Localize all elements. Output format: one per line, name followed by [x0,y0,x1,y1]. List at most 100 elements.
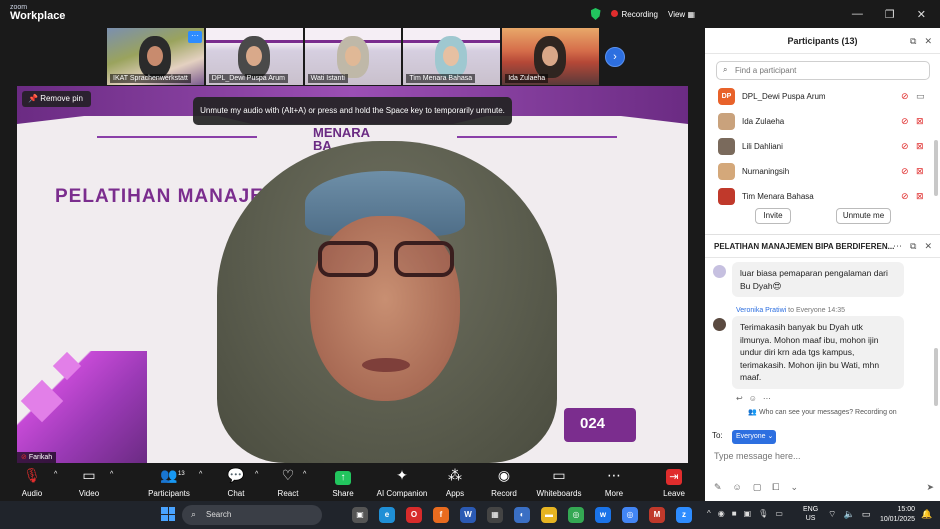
audio-options-caret-icon[interactable]: ^ [54,471,57,478]
participants-button[interactable]: 👥 Participants [139,466,199,498]
participant-row[interactable]: Nurnaningsih ⊘ ⊠ [705,160,940,185]
thumbnail-tile[interactable]: Wati Istanti [304,28,402,85]
participant-row[interactable]: Lili Dahliani ⊘ ⊠ [705,135,940,160]
chevron-down-icon[interactable]: ⌄ [790,482,798,493]
participant-search-input[interactable]: ⌕ Find a participant [716,61,930,80]
pin-icon: 📌 [28,94,38,103]
notification-bell-icon[interactable]: 🔔 [921,509,932,520]
taskbar-clock[interactable]: 15:00 10/01/2025 [877,505,915,525]
react-button[interactable]: ♡ React [258,466,318,498]
remove-pin-button[interactable]: 📌 Remove pin [22,91,91,107]
view-button[interactable]: View ▦ [668,10,695,19]
taskbar-search[interactable]: ⌕ Search [182,505,322,525]
thumbnail-tile[interactable]: Ida Zulaeha [502,28,599,85]
more-options-icon[interactable]: ··· [188,31,202,43]
muted-mic-icon[interactable]: ⊘ [901,116,909,127]
popout-icon[interactable]: ⧉ [910,36,916,47]
app-icon[interactable]: ◐ [514,507,530,523]
tray-app-icon[interactable]: ◉ [718,509,725,518]
camera-off-icon[interactable]: ⊠ [916,141,924,152]
thumbnail-tile[interactable]: DPL_Dewi Puspa Arum [205,28,303,85]
camera-on-icon[interactable]: ▭ [916,91,925,102]
emoji-react-icon[interactable]: ☺ [749,394,757,403]
firefox-icon[interactable]: f [433,507,449,523]
invite-button[interactable]: Invite [755,208,791,224]
participant-row[interactable]: Tim Menara Bahasa ⊘ ⊠ [705,185,940,210]
heart-icon: ♡ [281,467,295,483]
close-panel-icon[interactable]: ✕ [924,36,932,47]
emoji-icon[interactable]: ☺ [733,482,742,493]
popout-icon[interactable]: ⧉ [910,241,916,252]
zoom-logo: zoom Workplace [10,4,65,22]
muted-microphone-icon: 🎙 [23,467,41,483]
leave-label: Leave [663,489,685,498]
share-button[interactable]: ↑ Share [313,466,373,498]
chat-message-input[interactable] [714,448,929,464]
windows-start-icon[interactable] [161,507,175,521]
camera-off-icon[interactable]: ⊠ [916,166,924,177]
participant-row[interactable]: DP DPL_Dewi Puspa Arum ⊘ ▭ [705,85,940,110]
task-view-icon[interactable]: ▣ [352,507,368,523]
video-thumbnail-strip: IKAT Sprachenwerkstatt DPL_Dewi Puspa Ar… [107,28,599,85]
participant-name: Nurnaningsih [742,167,790,176]
thumbnail-tile[interactable]: Tim Menara Bahasa [403,28,501,85]
store-icon[interactable]: ▦ [487,507,503,523]
recording-indicator[interactable]: Recording [610,9,658,19]
audio-button[interactable]: 🎙 Audio [2,466,62,498]
edge-icon[interactable]: e [379,507,395,523]
close-chat-icon[interactable]: ✕ [924,241,932,252]
tray-mic-icon[interactable]: 🎙 [758,509,768,518]
file-explorer-icon[interactable]: ▬ [541,507,557,523]
chat-message-meta: Veronika Pratiwi to Everyone 14:35 [736,307,845,314]
muted-mic-icon[interactable]: ⊘ [901,141,909,152]
minimize-icon[interactable]: — [852,8,863,20]
message-visibility-note[interactable]: 👥 Who can see your messages? Recording o… [705,408,940,416]
quick-settings[interactable]: ⌔ 🔈 ▭ [828,509,870,520]
more-options-icon[interactable]: ⋯ [893,241,902,252]
antivirus-icon[interactable]: M [649,507,665,523]
opera-icon[interactable]: O [406,507,422,523]
chevron-up-icon[interactable]: ^ [707,509,711,518]
screenshot-icon[interactable]: ⧠ [772,482,779,493]
word-icon[interactable]: W [460,507,476,523]
whiteboards-button[interactable]: ▭ Whiteboards [529,466,589,498]
camera-off-icon[interactable]: ⊠ [916,191,924,202]
restore-icon[interactable]: ❐ [885,8,895,21]
tray-app-icon[interactable]: ▣ [744,509,752,518]
participants-header-icons: ⧉ ✕ [910,36,932,47]
app-icon[interactable]: w [595,507,611,523]
recipient-select[interactable]: Everyone ⌄ [732,430,776,444]
muted-mic-icon[interactable]: ⊘ [901,91,909,102]
more-options-icon[interactable]: ⋯ [763,394,771,403]
chrome-icon[interactable]: ◎ [622,507,638,523]
muted-mic-icon[interactable]: ⊘ [901,191,909,202]
ai-companion-button[interactable]: ✦ AI Companion [372,466,432,498]
pinned-video[interactable]: MENARA BA PELATIHAN MANAJEM ERDIFERENSIA… [17,86,688,463]
security-shield-icon[interactable] [590,8,601,20]
reply-icon[interactable]: ↩ [736,394,743,403]
participants-scrollbar[interactable] [934,140,938,196]
tray-app-icon[interactable]: ■ [732,509,737,518]
muted-mic-icon[interactable]: ⊘ [901,166,909,177]
participants-options-caret-icon[interactable]: ^ [199,471,202,478]
leave-button[interactable]: ⇥ Leave [644,466,704,498]
chat-scrollbar[interactable] [934,348,938,406]
tray-app-icon[interactable]: ▭ [775,509,783,518]
react-options-caret-icon[interactable]: ^ [303,471,306,478]
zoom-app-icon[interactable]: z [676,507,692,523]
close-icon[interactable]: ✕ [917,8,926,21]
message-sender[interactable]: Veronika Pratiwi [736,307,786,314]
chrome-icon[interactable]: ◎ [568,507,584,523]
format-icon[interactable]: ✎ [714,482,722,493]
input-language[interactable]: ENG US [803,505,818,523]
video-options-caret-icon[interactable]: ^ [110,471,113,478]
camera-off-icon[interactable]: ⊠ [916,116,924,127]
unmute-me-button[interactable]: Unmute me [836,208,891,224]
top-bar: zoom Workplace Recording View ▦ [0,0,705,28]
next-page-arrow-icon[interactable]: › [605,47,625,67]
participant-row[interactable]: Ida Zulaeha ⊘ ⊠ [705,110,940,135]
record-button[interactable]: ◉ Record [474,466,534,498]
more-button[interactable]: ⋯ More [584,466,644,498]
file-icon[interactable]: ▢ [753,482,762,493]
send-icon[interactable]: ➤ [926,482,934,493]
